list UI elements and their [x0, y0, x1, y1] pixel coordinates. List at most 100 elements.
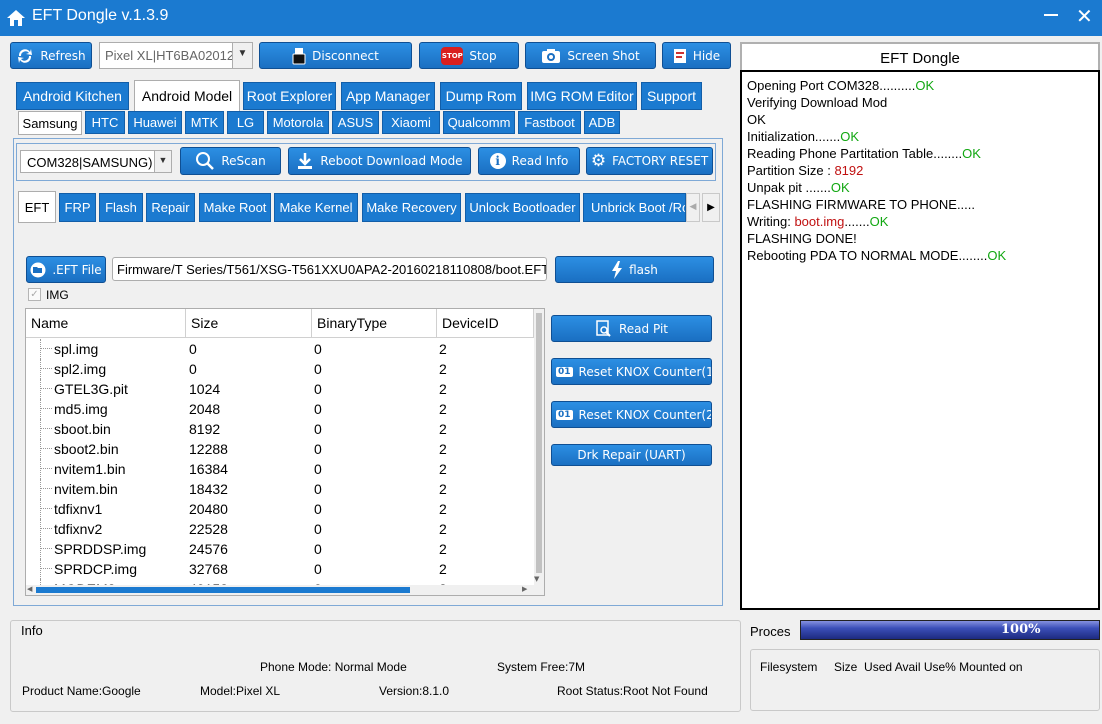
table-row[interactable]: nvitem1.bin 16384 0 2	[26, 459, 534, 479]
table-row[interactable]: nvitem.bin 18432 0 2	[26, 479, 534, 499]
tab-motorola[interactable]: Motorola	[267, 111, 329, 134]
table-row[interactable]: sboot.bin 8192 0 2	[26, 419, 534, 439]
screenshot-button[interactable]: Screen Shot	[525, 42, 656, 69]
tab-app-manager[interactable]: App Manager	[341, 82, 435, 110]
port-select[interactable]: COM328|SAMSUNG) ▼	[20, 150, 172, 173]
system-free: System Free:7M	[497, 660, 586, 674]
scroll-down-arrow-icon[interactable]: ▼	[534, 575, 539, 583]
table-row[interactable]: GTEL3G.pit 1024 0 2	[26, 379, 534, 399]
log-line: Verifying Download Mod	[747, 95, 1098, 112]
horizontal-scrollbar[interactable]: ◀ ▶	[26, 585, 534, 595]
scroll-left-arrow-icon[interactable]: ◀	[686, 193, 700, 222]
tab-huawei[interactable]: Huawei	[128, 111, 182, 134]
vertical-scroll-thumb[interactable]	[536, 313, 542, 573]
refresh-label: Refresh	[40, 48, 86, 63]
tab-eft[interactable]: EFT	[18, 191, 56, 223]
close-button[interactable]: ✕	[1076, 6, 1093, 26]
device-select[interactable]: Pixel XL|HT6BA02012 ▼	[99, 42, 253, 69]
main-tab-bar: Android Kitchen Android Model Root Explo…	[14, 80, 739, 111]
tab-root-explorer[interactable]: Root Explorer	[243, 82, 336, 110]
cell-size: 20480	[189, 501, 228, 517]
table-row[interactable]: md5.img 2048 0 2	[26, 399, 534, 419]
table-row[interactable]: sboot2.bin 12288 0 2	[26, 439, 534, 459]
table-row[interactable]: tdfixnv2 22528 0 2	[26, 519, 534, 539]
read-info-label: Read Info	[511, 154, 569, 168]
tab-support[interactable]: Support	[641, 82, 702, 110]
tab-repair[interactable]: Repair	[146, 193, 195, 222]
tab-android-model[interactable]: Android Model	[134, 80, 240, 111]
tab-adb[interactable]: ADB	[584, 111, 620, 134]
scroll-right-arrow-icon[interactable]: ▶	[702, 193, 720, 222]
tab-android-kitchen[interactable]: Android Kitchen	[16, 82, 129, 110]
tab-dump-rom[interactable]: Dump Rom	[440, 82, 522, 110]
tab-unlock-bootloader[interactable]: Unlock Bootloader	[465, 193, 580, 222]
log-output: Opening Port COM328..........OK Verifying…	[740, 70, 1100, 610]
tree-connector	[40, 488, 52, 489]
version: Version:8.1.0	[379, 684, 450, 698]
tab-fastboot[interactable]: Fastboot	[518, 111, 581, 134]
reboot-download-button[interactable]: Reboot Download Mode	[288, 147, 471, 175]
tree-connector	[40, 339, 41, 359]
read-pit-button[interactable]: Read Pit	[551, 315, 712, 342]
cell-name: spl2.img	[54, 361, 107, 377]
table-row[interactable]: SPRDCP.img 32768 0 2	[26, 559, 534, 579]
vertical-scrollbar[interactable]: ▼	[534, 309, 544, 595]
factory-reset-button[interactable]: ⚙ FACTORY RESET	[586, 147, 713, 175]
tab-lg[interactable]: LG	[227, 111, 264, 134]
flash-button[interactable]: flash	[555, 256, 714, 283]
tab-make-recovery[interactable]: Make Recovery	[362, 193, 461, 222]
tab-img-rom-editor[interactable]: IMG ROM Editor	[527, 82, 637, 110]
horizontal-scroll-thumb[interactable]	[36, 587, 410, 593]
tab-unbrick-boot[interactable]: Unbrick Boot /Ro	[583, 193, 686, 222]
stop-button[interactable]: STOP Stop	[419, 42, 519, 69]
column-header-deviceid[interactable]: DeviceID	[437, 309, 534, 337]
column-header-name[interactable]: Name	[26, 309, 186, 337]
eft-file-button[interactable]: .EFT File	[26, 256, 106, 283]
drk-repair-button[interactable]: Drk Repair (UART)	[551, 444, 712, 466]
column-header-size[interactable]: Size	[186, 309, 312, 337]
table-row[interactable]: spl2.img 0 0 2	[26, 359, 534, 379]
scroll-left-icon[interactable]: ◀	[27, 585, 32, 593]
tab-samsung[interactable]: Samsung	[18, 111, 82, 135]
reset-knox-2-button[interactable]: 01 Reset KNOX Counter(2)	[551, 401, 712, 428]
tab-mtk[interactable]: MTK	[185, 111, 224, 134]
phone-mode: Phone Mode: Normal Mode	[260, 660, 407, 674]
hide-button[interactable]: Hide	[662, 42, 731, 69]
tab-qualcomm[interactable]: Qualcomm	[443, 111, 515, 134]
log-ok-text: OK	[830, 180, 850, 195]
table-row[interactable]: SPRDDSP.img 24576 0 2	[26, 539, 534, 559]
chevron-down-icon[interactable]: ▼	[232, 43, 252, 68]
info-panel: Info Phone Mode: Normal Mode System Free…	[10, 620, 741, 712]
tab-flash[interactable]: Flash	[99, 193, 143, 222]
table-row[interactable]: spl.img 0 0 2	[26, 339, 534, 359]
minimize-button[interactable]	[1044, 14, 1058, 16]
stop-sign-icon: STOP	[441, 46, 464, 65]
tab-make-kernel[interactable]: Make Kernel	[274, 193, 358, 222]
home-icon[interactable]	[6, 8, 26, 28]
cell-deviceid: 2	[439, 461, 447, 477]
refresh-button[interactable]: Refresh	[10, 42, 92, 69]
tab-htc[interactable]: HTC	[85, 111, 125, 134]
table-row[interactable]: tdfixnv1 20480 0 2	[26, 499, 534, 519]
chevron-down-icon[interactable]: ▼	[154, 151, 171, 172]
rescan-button[interactable]: ReScan	[180, 147, 281, 175]
tree-connector	[40, 428, 52, 429]
file-path-input[interactable]: Firmware/T Series/T561/XSG-T561XXU0APA2-…	[112, 257, 547, 281]
tab-frp[interactable]: FRP	[59, 193, 96, 222]
column-header-binarytype[interactable]: BinaryType	[312, 309, 437, 337]
hide-icon	[673, 48, 686, 63]
img-checkbox[interactable]: ✓	[28, 288, 41, 301]
drk-repair-label: Drk Repair (UART)	[577, 448, 686, 462]
tree-connector	[40, 539, 41, 559]
cell-binarytype: 0	[314, 421, 322, 437]
disconnect-button[interactable]: Disconnect	[259, 42, 412, 69]
cell-deviceid: 2	[439, 501, 447, 517]
info-heading: Info	[21, 623, 43, 638]
tab-make-root[interactable]: Make Root	[199, 193, 271, 222]
tab-asus[interactable]: ASUS	[332, 111, 379, 134]
reset-knox-1-button[interactable]: 01 Reset KNOX Counter(1)	[551, 358, 712, 385]
scroll-right-icon[interactable]: ▶	[522, 585, 527, 593]
read-info-button[interactable]: i Read Info	[478, 147, 580, 175]
tab-xiaomi[interactable]: Xiaomi	[382, 111, 440, 134]
cell-size: 16384	[189, 461, 228, 477]
